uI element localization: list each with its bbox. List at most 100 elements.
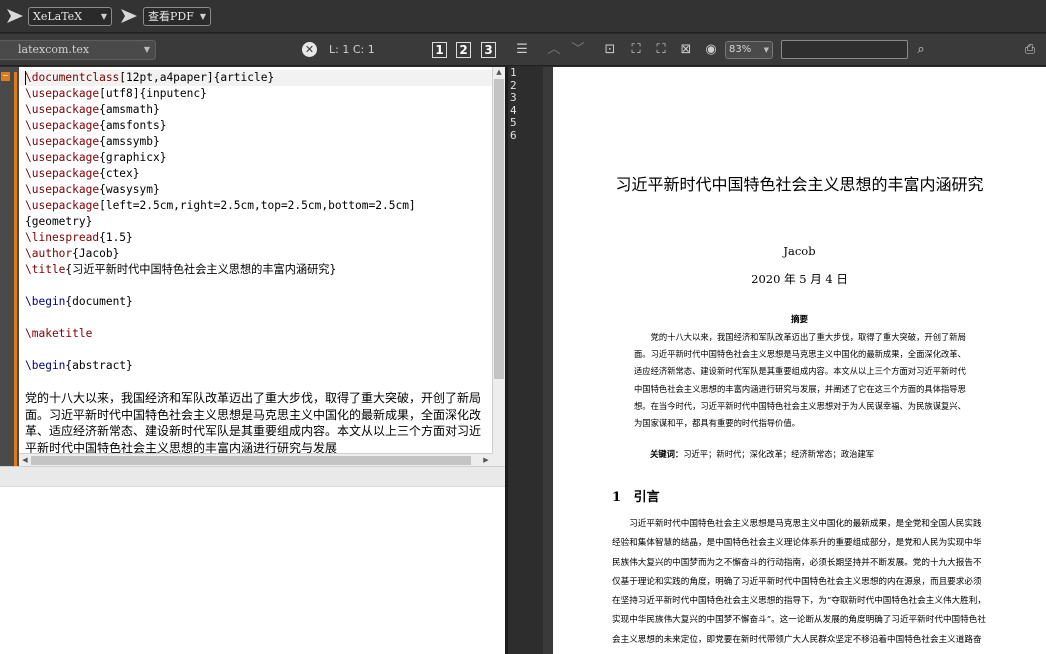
fold-marker-icon[interactable]: − — [1, 72, 10, 81]
chevron-down-icon: ▼ — [199, 12, 206, 21]
compile-run-icon[interactable] — [6, 8, 24, 24]
code-argument: [utf8]{inputenc} — [99, 87, 207, 100]
fit-page-icon[interactable]: ⛶ — [628, 42, 644, 58]
code-lines: \documentclass[12pt,a4paper]{article} \us… — [25, 70, 490, 390]
pdf-page-list[interactable]: 123456 — [508, 66, 543, 654]
code-argument: [left=2.5cm,right=2.5cm,top=2.5cm,bottom… — [99, 199, 416, 212]
eye-icon[interactable]: ◉ — [703, 42, 719, 58]
scroll-left-icon[interactable]: ◀ — [19, 454, 31, 466]
scroll-right-icon[interactable]: ▶ — [480, 454, 492, 466]
layout-one-button[interactable]: 1 — [432, 42, 447, 58]
section-text: 习近平新时代中国特色社会主义思想是马克思主义中国化的最新成果，是全党和全国人民实… — [612, 519, 986, 645]
fit-width-icon[interactable]: ⊡ — [602, 42, 618, 58]
close-file-icon[interactable]: ✕ — [302, 42, 317, 57]
layout-three-button[interactable]: 3 — [481, 42, 496, 58]
search-icon[interactable]: ⌕ — [913, 42, 929, 58]
structure-list-icon[interactable]: ☰ — [514, 42, 530, 58]
code-line: {geometry} — [25, 214, 490, 230]
code-command: \usepackage — [25, 87, 100, 100]
code-line: \usepackage{ctex} — [25, 166, 490, 182]
code-command: \linespread — [25, 231, 100, 244]
scroll-up-icon[interactable]: ▲ — [493, 67, 505, 78]
chevron-down-icon: ▼ — [143, 45, 150, 54]
chevron-down-icon: ▼ — [763, 46, 769, 54]
code-line: \usepackage{graphicx} — [25, 150, 490, 166]
latex-editor-window: XeLaTeX ▼ 查看PDF ▼ latexcom.tex ▼ ✕ L: 1 … — [0, 0, 1046, 654]
section-number: 1 — [612, 490, 622, 505]
next-page-icon[interactable]: ﹀ — [570, 42, 586, 58]
compiler-select[interactable]: XeLaTeX ▼ — [28, 7, 112, 26]
page-number[interactable]: 5 — [508, 116, 543, 130]
code-argument: {amsmath} — [99, 103, 160, 116]
viewer-select[interactable]: 查看PDF ▼ — [143, 7, 211, 26]
pdf-search-input[interactable] — [781, 40, 908, 59]
code-line: \documentclass[12pt,a4paper]{article} — [25, 70, 490, 86]
message-panel — [0, 466, 505, 654]
scrollbar-corner — [492, 454, 505, 466]
code-line: \linespread{1.5} — [25, 230, 490, 246]
code-command: \documentclass — [25, 71, 120, 84]
code-command: \usepackage — [25, 199, 100, 212]
code-line: \title{习近平新时代中国特色社会主义思想的丰富内涵研究} — [25, 262, 490, 278]
code-editor[interactable]: \documentclass[12pt,a4paper]{article} \us… — [19, 67, 492, 466]
code-argument: {amssymb} — [99, 135, 160, 148]
code-line: \author{Jacob} — [25, 246, 490, 262]
code-line: \usepackage{amsmath} — [25, 102, 490, 118]
document-author: Jacob — [783, 244, 816, 258]
pdf-preview-page[interactable]: 习近平新时代中国特色社会主义思想的丰富内涵研究 Jacob 2020 年 5 月… — [553, 67, 1046, 654]
full-screen-icon[interactable]: ⊠ — [678, 42, 694, 58]
file-name: latexcom.tex — [18, 43, 90, 56]
page-number[interactable]: 3 — [508, 91, 543, 105]
section-heading: 1 引言 — [612, 486, 660, 505]
page-number[interactable]: 1 — [508, 66, 543, 80]
code-argument: {习近平新时代中国特色社会主义思想的丰富内涵研究} — [65, 263, 337, 276]
code-line: \begin{document} — [25, 294, 490, 310]
code-line: \usepackage{amssymb} — [25, 134, 490, 150]
zoom-select[interactable]: 83% ▼ — [725, 41, 773, 59]
text-cursor — [25, 71, 26, 85]
abstract-source-text: 党的十八大以来，我国经济和军队改革迈出了重大步伐，取得了重大突破，开创了新局面。… — [25, 391, 482, 455]
code-command: \begin — [25, 359, 66, 372]
compiler-value: XeLaTeX — [33, 10, 83, 23]
keywords-label: 关键词： — [650, 449, 684, 459]
code-argument: {wasysym} — [99, 183, 160, 196]
chevron-down-icon: ▼ — [100, 12, 107, 21]
viewer-value: 查看PDF — [148, 10, 194, 23]
code-command: \begin — [25, 295, 66, 308]
code-line: \usepackage{wasysym} — [25, 182, 490, 198]
zoom-value: 83% — [729, 44, 752, 55]
abstract-body: 党的十八大以来，我国经济和军队改革迈出了重大步伐，取得了重大突破，开创了新局面。… — [634, 329, 967, 432]
code-argument: {Jacob} — [72, 247, 120, 260]
print-icon[interactable]: ⎙ — [1022, 42, 1038, 58]
view-run-icon[interactable] — [120, 8, 138, 24]
layout-two-button[interactable]: 2 — [456, 42, 471, 58]
editor-horizontal-scrollbar[interactable]: ◀ ▶ — [19, 453, 492, 466]
code-argument: {1.5} — [99, 231, 133, 244]
actual-size-icon[interactable]: ⛶ — [653, 42, 669, 58]
code-command: \usepackage — [25, 119, 100, 132]
abstract-heading: 摘要 — [790, 315, 808, 325]
code-argument: [12pt,a4paper]{article} — [119, 71, 275, 84]
document-title: 习近平新时代中国特色社会主义思想的丰富内涵研究 — [615, 175, 984, 194]
scroll-thumb[interactable] — [31, 456, 471, 465]
code-line: \usepackage[left=2.5cm,right=2.5cm,top=2… — [25, 198, 490, 214]
page-number[interactable]: 6 — [508, 129, 543, 143]
message-panel-header — [0, 467, 505, 487]
code-argument: {geometry} — [25, 215, 93, 228]
scroll-thumb[interactable] — [494, 79, 504, 379]
file-select[interactable]: latexcom.tex ▼ — [0, 40, 156, 60]
editor-vertical-scrollbar[interactable]: ▲ — [492, 67, 505, 454]
code-command: \usepackage — [25, 151, 100, 164]
code-argument: {ctex} — [99, 167, 140, 180]
main-toolbar: XeLaTeX ▼ 查看PDF ▼ — [0, 0, 1046, 33]
code-command: \usepackage — [25, 103, 100, 116]
previous-page-icon[interactable]: ︿ — [546, 42, 562, 58]
code-command: \maketitle — [25, 327, 93, 340]
code-command: \usepackage — [25, 183, 100, 196]
code-line: \usepackage{amsfonts} — [25, 118, 490, 134]
code-command: \usepackage — [25, 135, 100, 148]
keywords-text: 习近平；新时代；深化改革；经济新常态；政治建军 — [683, 449, 875, 459]
document-date: 2020 年 5 月 4 日 — [751, 272, 848, 286]
